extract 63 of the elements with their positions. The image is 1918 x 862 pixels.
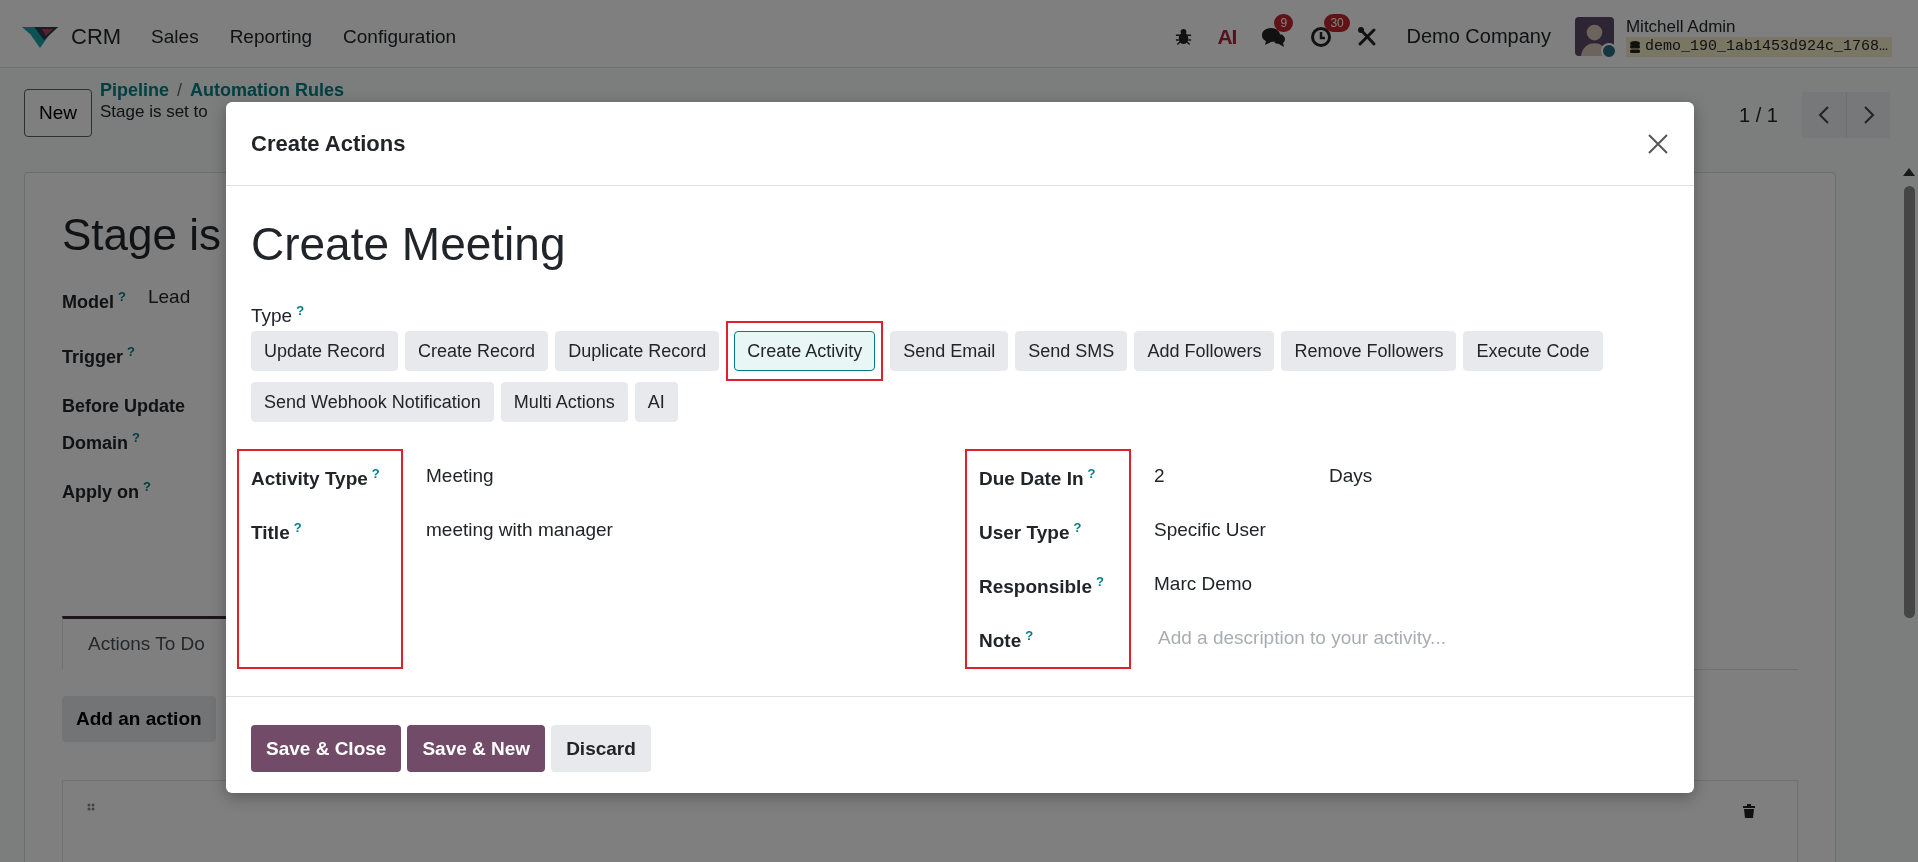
field-label: Trigger $^{?}$ (62, 343, 135, 369)
dialog-button[interactable]: Discard (551, 725, 651, 772)
field-value[interactable]: Days (1329, 465, 1373, 488)
field-value[interactable]: 2 (1154, 465, 1329, 488)
notification-badge: 30 (1324, 13, 1350, 32)
menu-item[interactable]: Configuration (343, 25, 457, 48)
notification-badge: 9 (1274, 13, 1294, 32)
type-option[interactable]: Create Activity (734, 331, 876, 372)
scroll-up-icon[interactable] (1903, 168, 1915, 176)
app-name[interactable]: CRM (71, 23, 122, 50)
user-avatar[interactable] (1574, 17, 1614, 56)
dialog-button[interactable]: Save & New (407, 725, 546, 772)
type-option[interactable]: Send Webhook Notification (251, 382, 494, 423)
field-value[interactable]: Marc Demo (1154, 573, 1329, 596)
scrollbar[interactable] (1902, 168, 1916, 618)
database-name: demo_190_1ab1453d924c_1768… (1644, 36, 1888, 57)
chevron-left-icon (1818, 105, 1830, 125)
field-value[interactable]: Lead (147, 281, 191, 336)
chat-icon[interactable] (1260, 25, 1287, 48)
new-button[interactable]: New (24, 89, 92, 137)
field-value[interactable]: Specific User (1154, 519, 1329, 542)
type-option[interactable]: Update Record (251, 331, 399, 372)
pager-value[interactable]: 1 / 1 (1739, 103, 1778, 127)
field-label: Before Update Domain $^{?}$ (62, 395, 187, 455)
field-label: Activity Type $^{?}$ (251, 466, 380, 491)
field-value[interactable]: meeting with manager (426, 519, 613, 542)
field-value[interactable]: Meeting (426, 465, 601, 488)
field-label: Responsible $^{?}$ (979, 574, 1104, 599)
close-icon[interactable] (1648, 133, 1668, 154)
field-label: Model $^{?}$ (62, 288, 126, 314)
previous-button[interactable] (1802, 92, 1846, 138)
record-name: Stage is set to (100, 101, 209, 122)
type-option[interactable]: Execute Code (1463, 331, 1603, 372)
menu-item[interactable]: Reporting (229, 25, 313, 48)
add-action-button[interactable]: Add an action (62, 696, 216, 742)
database-icon (1629, 40, 1640, 53)
company-switcher[interactable]: Demo Company (1406, 25, 1551, 48)
type-option[interactable]: Multi Actions (500, 382, 628, 423)
record-title: Stage is (62, 209, 221, 261)
field-label: Apply on $^{?}$ (62, 478, 151, 504)
field-label: User Type $^{?}$ (979, 520, 1082, 545)
field-label: Type $^{?}$ (251, 302, 306, 328)
field-label: Note $^{?}$ (979, 628, 1034, 653)
bug-icon[interactable] (1174, 27, 1194, 46)
dialog-button[interactable]: Save & Close (251, 725, 402, 772)
type-option[interactable]: AI (634, 382, 678, 423)
clock-icon[interactable] (1310, 25, 1333, 48)
type-option[interactable]: Remove Followers (1281, 331, 1457, 372)
type-option[interactable]: Create Record (405, 331, 549, 372)
dialog-title: Create Actions (251, 130, 406, 157)
field-label: Due Date In $^{?}$ (979, 466, 1096, 491)
action-name[interactable]: Create Meeting (251, 216, 1669, 272)
menu-item[interactable]: Sales (151, 25, 199, 48)
chevron-right-icon (1862, 105, 1875, 125)
user-name[interactable]: Mitchell Admin (1625, 16, 1892, 37)
type-option[interactable]: Send SMS (1015, 331, 1128, 372)
next-button[interactable] (1846, 92, 1890, 138)
type-option[interactable]: Add Followers (1134, 331, 1275, 372)
trash-icon[interactable] (1741, 803, 1757, 819)
type-option[interactable]: Send Email (890, 331, 1009, 372)
type-option[interactable]: Duplicate Record (555, 331, 720, 372)
field-label: Title $^{?}$ (251, 520, 302, 545)
breadcrumb-separator: / (177, 80, 183, 101)
